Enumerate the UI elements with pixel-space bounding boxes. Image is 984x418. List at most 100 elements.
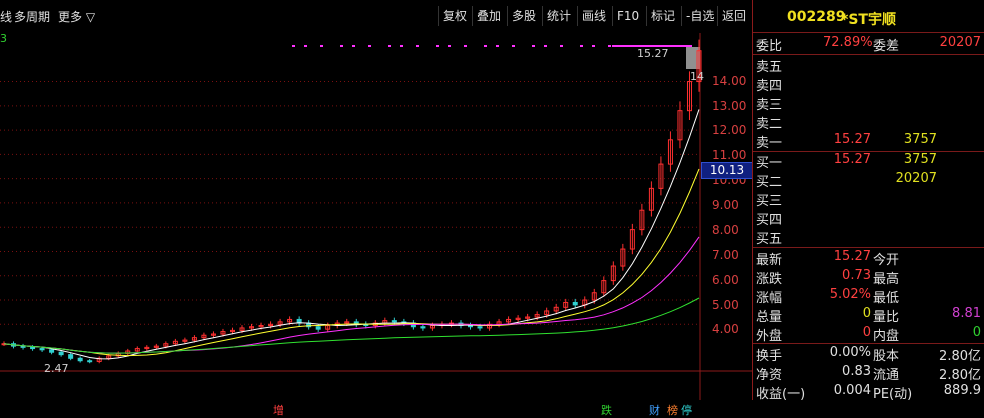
sell-level-label: 卖二 (756, 117, 783, 132)
candle-body (58, 351, 64, 356)
back-button[interactable]: 返回 (717, 6, 750, 26)
weibi-label: 委比 (756, 39, 783, 54)
candle-body (468, 325, 474, 328)
info-dot (532, 45, 535, 47)
info-dot (388, 45, 391, 47)
weibi-row: 委比 72.89% 委差 20207 (753, 35, 984, 54)
candle-body (315, 326, 321, 330)
y-tick: 4.00 (712, 322, 739, 336)
candle-body (87, 360, 93, 363)
event-marker-finance[interactable]: 财 (648, 404, 661, 418)
divider (753, 54, 984, 55)
buy-level-row: 买二 20207 (753, 171, 984, 190)
quote-stat-row: 涨幅 5.02% 最低 (753, 287, 984, 306)
info-dot (608, 45, 611, 47)
info-dot (292, 45, 295, 47)
info-dot (560, 45, 563, 47)
buy-price: 15.27 (833, 152, 871, 167)
kline-chart[interactable]: 3 14.00 13.00 12.00 11.00 10.00 9.00 8.0… (0, 32, 753, 417)
fund-label: 流通 (873, 368, 900, 383)
f10-button[interactable]: F10 (612, 6, 643, 26)
stat-label: 最新 (756, 253, 783, 268)
quote-stat-row: 外盘 0 内盘 0 (753, 325, 984, 344)
event-marker-increase[interactable]: 增 (272, 404, 285, 418)
kline-plot[interactable] (0, 33, 752, 400)
sell-level-label: 卖五 (756, 60, 783, 75)
overlay-button[interactable]: 叠加 (472, 6, 505, 26)
info-dot (464, 45, 467, 47)
period-line-tab[interactable]: 线 (0, 8, 12, 25)
partial-price-label: 14 (690, 70, 704, 83)
weibi-value: 72.89% (823, 35, 873, 50)
buy-level-row: 买三 (753, 190, 984, 209)
fund-value: 2.80亿 (939, 349, 981, 364)
buy-level-row: 买五 (753, 228, 984, 247)
quote-stat-row: 最新 15.27 今开 (753, 249, 984, 268)
draw-line-button[interactable]: 画线 (577, 6, 610, 26)
divider (753, 32, 984, 33)
fund-label: 净资 (756, 368, 783, 383)
info-dot (400, 45, 403, 47)
candle-body (77, 357, 83, 362)
stat-value: 15.27 (833, 249, 871, 264)
info-dot (416, 45, 419, 47)
stat-label: 内盘 (873, 329, 900, 344)
stat-label: 涨幅 (756, 291, 783, 306)
candle-body (30, 346, 36, 350)
stat-value: 0 (972, 325, 981, 340)
fund-label: 换手 (756, 349, 783, 364)
info-dot (340, 45, 343, 47)
fund-value: 2.80亿 (939, 368, 981, 383)
info-dot (320, 45, 323, 47)
quote-panel: 002289 *ST宇顺 委比 72.89% 委差 20207 卖五 卖四 卖三… (752, 0, 984, 402)
buy-level-label: 买二 (756, 175, 783, 190)
weicha-value: 20207 (939, 35, 981, 50)
y-tick: 14.00 (712, 74, 747, 88)
mark-button[interactable]: 标记 (646, 6, 679, 26)
y-tick: 7.00 (712, 248, 739, 262)
stat-label: 今开 (873, 253, 900, 268)
buy-level-label: 买三 (756, 194, 783, 209)
buy-level-row: 买四 (753, 209, 984, 228)
stat-label: 最高 (873, 272, 900, 287)
fund-value: 0.004 (833, 383, 871, 398)
y-tick: 6.00 (712, 273, 739, 287)
sell-level-label: 卖一 (756, 136, 783, 151)
candle-body (477, 326, 483, 329)
remove-favorite-button[interactable]: -自选 (681, 6, 718, 26)
sell-level-row: 卖一 15.27 3757 (753, 132, 984, 151)
info-dot (580, 45, 583, 47)
candle-body (420, 326, 426, 329)
buy-level-label: 买四 (756, 213, 783, 228)
candle-body (39, 348, 45, 351)
stat-label: 总量 (756, 310, 783, 325)
y-tick: 9.00 (712, 198, 739, 212)
y-tick: 5.00 (712, 298, 739, 312)
candle-body (572, 301, 578, 306)
divider (753, 343, 984, 344)
y-tick: 8.00 (712, 223, 739, 237)
ma5-line (3, 109, 700, 360)
stock-header: 002289 *ST宇顺 (753, 0, 984, 33)
buy-level-row: 买一 15.27 3757 (753, 152, 984, 171)
multi-period-button[interactable]: 多周期 (14, 8, 50, 25)
sell-level-row: 卖四 (753, 75, 984, 94)
statistics-button[interactable]: 统计 (542, 6, 575, 26)
info-dot (436, 45, 439, 47)
sell-level-label: 卖三 (756, 98, 783, 113)
quote-stat-row: 涨跌 0.73 最高 (753, 268, 984, 287)
more-dropdown[interactable]: 更多 ▽ (58, 8, 95, 25)
quote-stat-row: 总量 0 量比 8.81 (753, 306, 984, 325)
stat-value: 5.02% (829, 287, 871, 302)
event-marker-billboard[interactable]: 榜 (666, 404, 679, 418)
info-dot (448, 45, 451, 47)
event-marker-drop[interactable]: 跌 (600, 404, 613, 418)
multi-stock-button[interactable]: 多股 (507, 6, 540, 26)
y-tick: 13.00 (712, 99, 747, 113)
stock-name: *ST宇顺 (841, 12, 896, 28)
current-price-label: 10.13 (701, 162, 753, 179)
info-dot (544, 45, 547, 47)
stat-value: 0 (862, 325, 871, 340)
event-marker-suspend[interactable]: 停 (680, 404, 693, 418)
fuquan-button[interactable]: 复权 (438, 6, 471, 26)
